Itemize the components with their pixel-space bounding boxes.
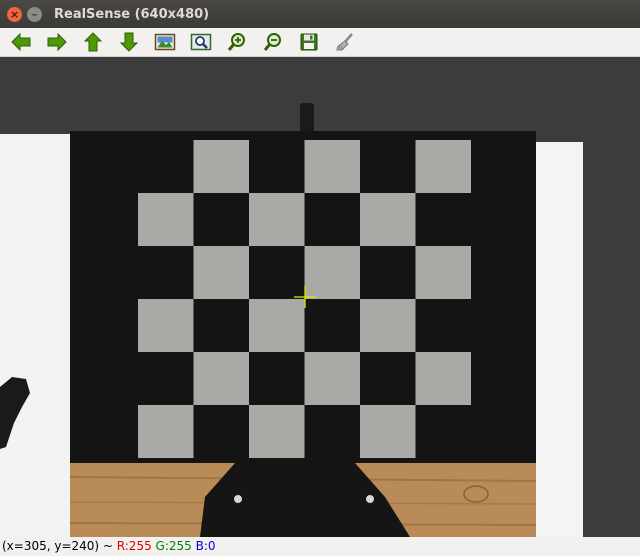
- board-square-dark: [138, 246, 194, 299]
- board-square-light: [193, 352, 249, 405]
- save-button[interactable]: [294, 30, 324, 54]
- board-square-light: [138, 193, 194, 246]
- toolbar: [0, 28, 640, 57]
- board-square-dark: [304, 193, 360, 246]
- arrow-left-icon: [11, 32, 31, 52]
- board-square-dark: [304, 299, 360, 352]
- board-square-light: [415, 140, 471, 193]
- board-square-dark: [360, 352, 416, 405]
- zoom-fit-button[interactable]: [150, 30, 180, 54]
- board-square-light: [415, 352, 471, 405]
- board-square-dark: [193, 405, 249, 458]
- board-square-light: [138, 299, 194, 352]
- board-square-light: [138, 405, 194, 458]
- board-square-light: [193, 140, 249, 193]
- window-title: RealSense (640x480): [54, 6, 210, 22]
- board-square-light: [360, 405, 416, 458]
- board-square-dark: [249, 246, 305, 299]
- board-square-dark: [360, 246, 416, 299]
- board-square-light: [249, 405, 305, 458]
- board-square-light: [304, 352, 360, 405]
- board-square-dark: [415, 299, 471, 352]
- pan-down-button[interactable]: [114, 30, 144, 54]
- board-square-dark: [138, 352, 194, 405]
- board-square-dark: [138, 140, 194, 193]
- board-square-dark: [415, 405, 471, 458]
- board-square-dark: [193, 299, 249, 352]
- board-square-light: [360, 299, 416, 352]
- left-white-board: [0, 134, 82, 537]
- board-square-dark: [304, 405, 360, 458]
- board-square-dark: [249, 140, 305, 193]
- board-square-light: [360, 193, 416, 246]
- minimize-window-button[interactable]: –: [27, 6, 42, 22]
- pan-up-button[interactable]: [78, 30, 108, 54]
- pixel-green-value: G:255: [155, 539, 192, 553]
- properties-button[interactable]: [330, 30, 360, 54]
- arrow-right-icon: [47, 32, 67, 52]
- camera-image-view[interactable]: [0, 57, 640, 537]
- zoom-region-icon: [190, 33, 212, 51]
- pixel-red-value: R:255: [116, 539, 152, 553]
- pixel-blue-value: B:0: [195, 539, 216, 553]
- zoom-original-button[interactable]: [186, 30, 216, 54]
- board-square-light: [249, 299, 305, 352]
- image-icon: [154, 33, 176, 51]
- zoom-out-icon: [263, 33, 281, 51]
- board-square-dark: [415, 193, 471, 246]
- board-square-light: [304, 246, 360, 299]
- board-square-light: [249, 193, 305, 246]
- window-titlebar[interactable]: × – RealSense (640x480): [0, 0, 640, 28]
- board-square-light: [193, 246, 249, 299]
- arrow-up-icon: [83, 32, 103, 52]
- camera-frame: [0, 57, 640, 537]
- board-square-dark: [360, 140, 416, 193]
- floppy-disk-icon: [300, 33, 318, 51]
- status-bar: (x=305, y=240) ~ R:255 G:255 B:0: [0, 537, 640, 556]
- board-square-dark: [193, 193, 249, 246]
- clamp: [300, 103, 314, 133]
- cursor-coordinates: (x=305, y=240) ~: [2, 539, 117, 553]
- brush-icon: [336, 33, 353, 51]
- board-square-light: [415, 246, 471, 299]
- arrow-down-icon: [119, 32, 139, 52]
- close-window-button[interactable]: ×: [7, 6, 22, 22]
- board-square-light: [304, 140, 360, 193]
- pan-right-button[interactable]: [42, 30, 72, 54]
- zoom-in-icon: [227, 33, 245, 51]
- right-white-board: [535, 142, 583, 537]
- pan-left-button[interactable]: [6, 30, 36, 54]
- zoom-out-button[interactable]: [258, 30, 288, 54]
- board-square-dark: [249, 352, 305, 405]
- zoom-in-button[interactable]: [222, 30, 252, 54]
